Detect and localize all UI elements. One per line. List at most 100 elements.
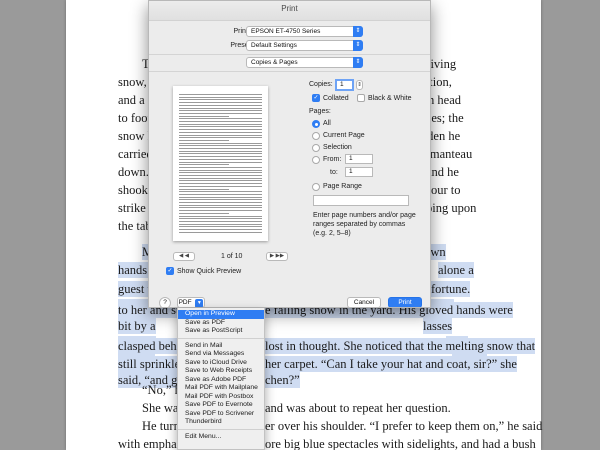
quick-preview-checkbox[interactable]: ✓ bbox=[166, 267, 174, 275]
popup-stepper-icon: ⇕ bbox=[353, 57, 363, 68]
document-line: our to bbox=[431, 183, 461, 197]
popup-stepper-icon: ⇕ bbox=[353, 26, 363, 37]
collated-label: Collated bbox=[323, 95, 349, 102]
copies-field[interactable]: 1 bbox=[335, 79, 354, 91]
pdf-label: PDF bbox=[178, 299, 192, 306]
from-page-field[interactable]: 1 bbox=[345, 154, 373, 164]
preview-text-line bbox=[179, 207, 262, 209]
cancel-button[interactable]: Cancel bbox=[347, 297, 381, 307]
pdf-menu: Open in Preview Save as PDF Save as PostSc… bbox=[177, 308, 265, 450]
presets-value: Default Settings bbox=[251, 42, 297, 49]
preview-text-line bbox=[179, 96, 262, 98]
page-counter: 1 of 10 bbox=[221, 253, 243, 260]
preview-text-line bbox=[179, 210, 262, 212]
page-range-radio[interactable] bbox=[312, 183, 320, 191]
preview-text-line bbox=[179, 191, 262, 193]
preview-text-line bbox=[179, 193, 262, 195]
preview-text-line bbox=[179, 204, 262, 206]
preview-text-line bbox=[179, 164, 229, 166]
preview-text-line bbox=[179, 229, 262, 230]
page-range-label: Page Range bbox=[323, 183, 362, 190]
pages-all-label: All bbox=[323, 120, 331, 127]
separator bbox=[149, 71, 430, 72]
document-line: lost in thought. She noticed that the me… bbox=[265, 338, 536, 354]
pdf-menu-item[interactable]: Mail PDF with Postbox bbox=[178, 393, 264, 402]
preview-text-line bbox=[179, 121, 262, 122]
preview-text-line bbox=[179, 177, 262, 179]
pages-current-radio[interactable] bbox=[312, 132, 320, 140]
preview-text-line bbox=[179, 137, 262, 139]
separator bbox=[149, 54, 430, 55]
preview-text-line bbox=[179, 110, 262, 112]
chevron-down-icon: ▼ bbox=[195, 299, 204, 307]
pdf-menu-item[interactable]: Mail PDF with Mailplane bbox=[178, 384, 264, 393]
preview-text-line bbox=[179, 134, 262, 136]
preview-text-line bbox=[179, 161, 262, 163]
pdf-menu-item[interactable]: Save as Adobe PDF bbox=[178, 376, 264, 385]
pdf-menu-item[interactable]: Send in Mail bbox=[178, 342, 264, 351]
preview-text-line bbox=[179, 223, 262, 225]
section-select[interactable]: Copies & Pages ⇕ bbox=[246, 57, 363, 68]
print-dialog: Print Printer: EPSON ET-4750 Series ⇕ Pr… bbox=[148, 0, 431, 308]
pdf-menu-item[interactable]: Save PDF to Evernote bbox=[178, 401, 264, 410]
preview-text-line bbox=[179, 215, 262, 217]
preview-text-line bbox=[179, 212, 229, 214]
pdf-menu-item[interactable]: Edit Menu... bbox=[178, 433, 264, 442]
dialog-title: Print bbox=[149, 1, 430, 21]
pages-selection-radio[interactable] bbox=[312, 144, 320, 152]
collated-checkbox[interactable]: ✓ bbox=[312, 94, 320, 102]
preview-text-line bbox=[179, 156, 262, 158]
preview-text-line bbox=[179, 102, 262, 104]
document-line: her carpet. “Can I take your hat and coa… bbox=[265, 356, 517, 372]
document-line: ore big blue spectacles with sidelights,… bbox=[265, 437, 536, 450]
printer-value: EPSON ET-4750 Series bbox=[251, 28, 321, 35]
preview-text-line bbox=[179, 196, 262, 198]
preview-text-line bbox=[179, 185, 262, 187]
next-page-button[interactable]: ▶ ▶▶ bbox=[266, 252, 288, 261]
print-button[interactable]: Print bbox=[388, 297, 422, 307]
page-range-field[interactable] bbox=[313, 195, 409, 206]
preview-text-line bbox=[179, 142, 262, 144]
help-button[interactable]: ? bbox=[159, 297, 171, 307]
preview-text-line bbox=[179, 218, 262, 220]
pdf-menu-item[interactable]: Save as PDF bbox=[178, 319, 264, 328]
pdf-menu-item[interactable]: Save as PostScript bbox=[178, 327, 264, 336]
quick-preview-label: Show Quick Preview bbox=[177, 268, 242, 275]
presets-select[interactable]: Default Settings ⇕ bbox=[246, 40, 363, 51]
pdf-menu-item[interactable]: Save to Web Receipts bbox=[178, 367, 264, 376]
preview-text-line bbox=[179, 226, 262, 228]
page-range-hint: Enter page numbers and/or page ranges se… bbox=[313, 212, 416, 237]
to-label: to: bbox=[330, 169, 338, 176]
prev-page-button[interactable]: ◀ ◀ bbox=[173, 252, 195, 261]
pdf-menu-button[interactable]: PDF ▼ bbox=[177, 297, 205, 307]
preview-text-line bbox=[179, 94, 262, 95]
preview-text-line bbox=[179, 126, 262, 128]
preview-text-line bbox=[179, 169, 262, 171]
pages-all-radio[interactable] bbox=[312, 120, 320, 128]
pdf-menu-item[interactable]: Save PDF to Scrivener bbox=[178, 410, 264, 419]
pages-from-radio[interactable] bbox=[312, 156, 320, 164]
preview-text-line bbox=[179, 175, 262, 176]
preview-text-line bbox=[179, 231, 262, 233]
pdf-menu-item[interactable]: Send via Messages bbox=[178, 350, 264, 359]
black-white-checkbox[interactable] bbox=[357, 94, 365, 102]
pdf-menu-item[interactable]: Thunderbird bbox=[178, 418, 264, 427]
pdf-menu-item[interactable]: Save to iCloud Drive bbox=[178, 359, 264, 368]
preview-text-line bbox=[179, 188, 229, 190]
preview-text-line bbox=[179, 145, 262, 147]
popup-stepper-icon: ⇕ bbox=[353, 40, 363, 51]
printer-select[interactable]: EPSON ET-4750 Series ⇕ bbox=[246, 26, 363, 37]
document-line: er over his shoulder. “I prefer to keep … bbox=[265, 419, 543, 433]
pdf-menu-item[interactable]: Open in Preview bbox=[178, 310, 264, 319]
to-page-field[interactable]: 1 bbox=[345, 167, 373, 177]
pages-current-label: Current Page bbox=[323, 132, 365, 139]
copies-stepper[interactable]: ⇕ bbox=[356, 80, 363, 90]
preview-text-line bbox=[179, 150, 262, 152]
menu-separator bbox=[178, 337, 264, 339]
preview-text-line bbox=[179, 220, 262, 222]
pages-from-label: From: bbox=[323, 156, 342, 163]
preview-text-line bbox=[179, 172, 262, 174]
preview-text-line bbox=[179, 202, 262, 203]
document-line: fortune. bbox=[431, 281, 471, 297]
preview-text-line bbox=[179, 158, 262, 160]
